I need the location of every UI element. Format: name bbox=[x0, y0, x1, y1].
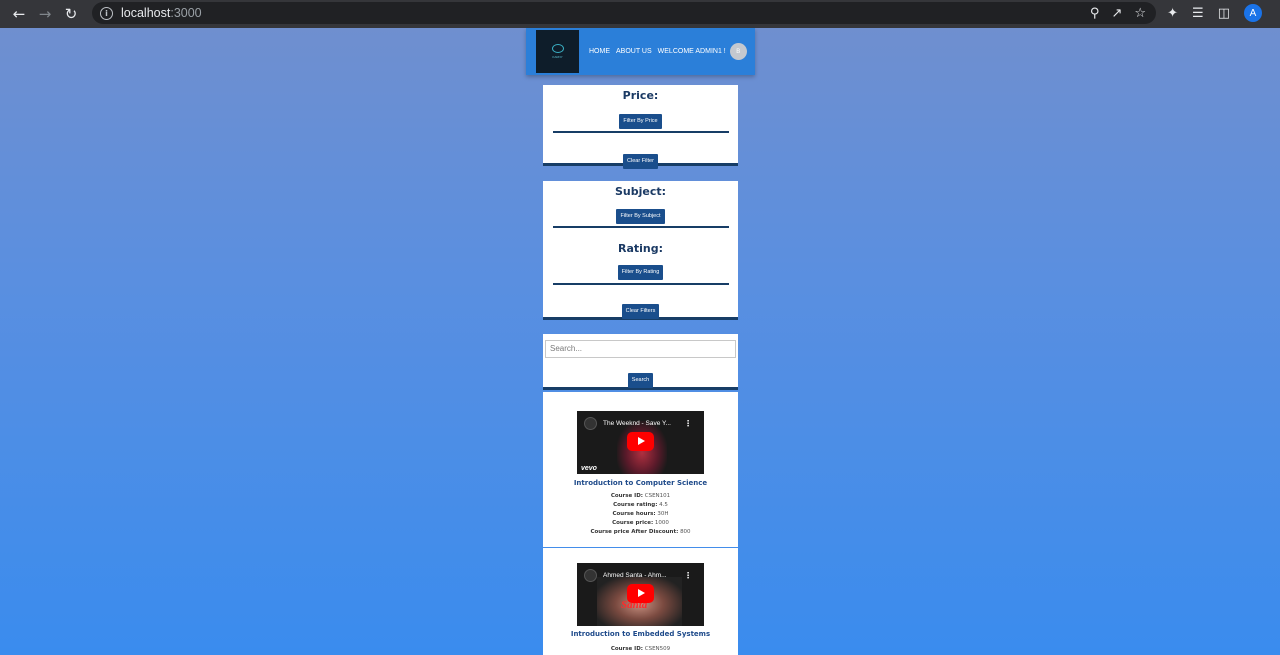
site-info-icon[interactable]: i bbox=[100, 6, 113, 20]
search-button[interactable]: Search bbox=[627, 373, 654, 388]
divider bbox=[552, 226, 729, 228]
divider bbox=[552, 283, 729, 285]
nav-about-link[interactable]: ABOUT US bbox=[616, 48, 652, 55]
filter-by-subject-button[interactable]: Filter By Subject bbox=[616, 209, 665, 224]
share-icon[interactable]: ↗ bbox=[1111, 6, 1122, 21]
price-filter-card: Price: Filter By Price Clear Filter bbox=[543, 85, 738, 169]
video-embed[interactable]: Santa Ahmed Santa - Ahm... ⋮ bbox=[577, 563, 704, 626]
media-controls-icon[interactable]: ☰ bbox=[1192, 6, 1204, 21]
forward-icon[interactable]: → bbox=[32, 1, 58, 27]
reload-icon[interactable]: ↻ bbox=[58, 1, 84, 27]
course-price: Course price: 1000 bbox=[612, 520, 669, 526]
course-rating: Course rating: 4.5 bbox=[613, 502, 668, 508]
vevo-logo: vevo bbox=[581, 465, 597, 472]
divider bbox=[552, 131, 729, 133]
more-vert-icon[interactable]: ⋮ bbox=[684, 419, 692, 428]
logo-mark-icon bbox=[551, 44, 564, 53]
course-id: Course ID: CSEN509 bbox=[610, 646, 671, 652]
course-card: The Weeknd - Save Y... ⋮ vevo Introducti… bbox=[543, 392, 738, 547]
page-viewport: KARNY HOME ABOUT US WELCOME ADMIN1 ! B P… bbox=[0, 28, 1280, 655]
filter-by-price-button[interactable]: Filter By Price bbox=[619, 114, 662, 129]
back-icon[interactable]: ← bbox=[6, 1, 32, 27]
course-id: Course ID: CSEN101 bbox=[610, 493, 671, 499]
url-text[interactable]: localhost:3000 bbox=[121, 6, 202, 20]
filter-by-rating-button[interactable]: Filter By Rating bbox=[617, 265, 664, 280]
site-navbar: KARNY HOME ABOUT US WELCOME ADMIN1 ! B bbox=[526, 28, 755, 75]
address-bar[interactable]: i localhost:3000 ⚲ ↗ ☆ bbox=[92, 2, 1156, 24]
logo-text: KARNY bbox=[552, 55, 563, 59]
search-card: Search... Search bbox=[543, 334, 738, 390]
browser-toolbar: ← → ↻ i localhost:3000 ⚲ ↗ ☆ ✦ ☰ ◫ A bbox=[0, 0, 1280, 28]
clear-filter-button[interactable]: Clear Filter bbox=[623, 154, 658, 169]
video-embed[interactable]: The Weeknd - Save Y... ⋮ vevo bbox=[577, 411, 704, 474]
play-button-icon[interactable] bbox=[627, 432, 654, 451]
course-discount-price: Course price After Discount: 800 bbox=[590, 529, 691, 535]
more-vert-icon[interactable]: ⋮ bbox=[684, 571, 692, 580]
channel-icon bbox=[584, 569, 597, 582]
channel-icon bbox=[584, 417, 597, 430]
search-input[interactable]: Search... bbox=[545, 340, 736, 358]
video-title[interactable]: Ahmed Santa - Ahm... bbox=[603, 572, 667, 579]
user-avatar[interactable]: B bbox=[729, 43, 747, 60]
subject-rating-filter-card: Subject: Filter By Subject Rating: Filte… bbox=[543, 181, 738, 320]
course-title[interactable]: Introduction to Computer Science bbox=[543, 479, 738, 487]
side-panel-icon[interactable]: ◫ bbox=[1218, 6, 1230, 21]
site-logo[interactable]: KARNY bbox=[536, 30, 579, 73]
clear-filters-button[interactable]: Clear Filters bbox=[621, 304, 660, 319]
bookmark-star-icon[interactable]: ☆ bbox=[1134, 6, 1146, 21]
nav-home-link[interactable]: HOME bbox=[589, 48, 610, 55]
nav-welcome-link[interactable]: WELCOME ADMIN1 ! bbox=[658, 48, 726, 55]
zoom-icon[interactable]: ⚲ bbox=[1090, 6, 1100, 21]
video-title[interactable]: The Weeknd - Save Y... bbox=[603, 420, 671, 427]
price-heading: Price: bbox=[622, 89, 659, 102]
rating-heading: Rating: bbox=[617, 242, 664, 255]
course-card: Santa Ahmed Santa - Ahm... ⋮ Introductio… bbox=[543, 548, 738, 655]
play-button-icon[interactable] bbox=[627, 584, 654, 603]
subject-heading: Subject: bbox=[614, 185, 667, 198]
course-title[interactable]: Introduction to Embedded Systems bbox=[543, 630, 738, 638]
course-hours: Course hours: 30H bbox=[612, 511, 669, 517]
profile-avatar[interactable]: A bbox=[1244, 4, 1262, 22]
extensions-icon[interactable]: ✦ bbox=[1167, 6, 1178, 21]
